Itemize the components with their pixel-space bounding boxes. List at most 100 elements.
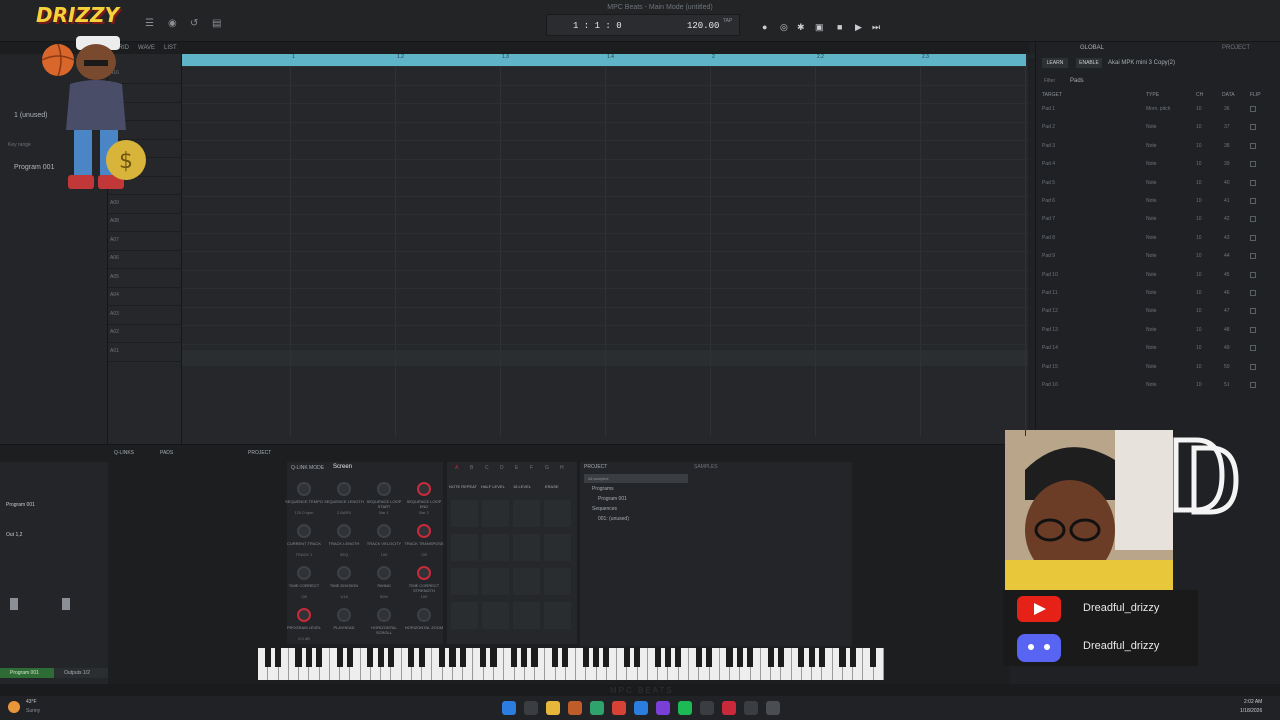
mapping-data[interactable]: 39: [1224, 161, 1230, 167]
pad-bank-button[interactable]: A: [455, 465, 458, 471]
piano-black-key[interactable]: [274, 648, 282, 667]
mapping-type[interactable]: Note: [1146, 216, 1157, 222]
flip-checkbox[interactable]: [1250, 161, 1256, 168]
chrome-icon[interactable]: [612, 701, 626, 715]
piano-black-key[interactable]: [726, 648, 733, 667]
mapping-data[interactable]: 50: [1224, 364, 1230, 370]
timeline-ruler[interactable]: 1 1.2 1.3 1.4 2 2.2 2.3 2.4: [182, 54, 1034, 66]
piano-black-key[interactable]: [593, 648, 600, 667]
mapping-data[interactable]: 38: [1224, 143, 1230, 149]
mapping-row[interactable]: Pad 15 Note 10 50: [1036, 360, 1276, 378]
flip-checkbox[interactable]: [1250, 198, 1256, 204]
piano-black-key[interactable]: [264, 648, 271, 667]
piano-black-key[interactable]: [408, 648, 415, 667]
output-select[interactable]: Out 1,2: [6, 532, 22, 538]
flip-checkbox[interactable]: [1250, 271, 1256, 278]
tree-sequences[interactable]: Sequences: [592, 506, 617, 512]
qlink-knob[interactable]: [417, 524, 431, 538]
flip-checkbox[interactable]: [1250, 308, 1256, 315]
undo-icon[interactable]: ↺: [190, 18, 198, 29]
qlink-knob[interactable]: [377, 566, 391, 580]
mapping-ch[interactable]: 10: [1196, 124, 1202, 130]
mapping-row[interactable]: Pad 9 Note 10 44: [1036, 249, 1276, 267]
pad-bank-button[interactable]: B: [470, 465, 473, 471]
tab-list[interactable]: LIST: [164, 45, 177, 51]
app-icon-2[interactable]: [590, 701, 604, 715]
mapping-row[interactable]: Pad 5 Note 10 40: [1036, 176, 1276, 194]
mapping-ch[interactable]: 10: [1196, 253, 1202, 259]
mapping-data[interactable]: 44: [1224, 253, 1230, 259]
piano-black-key[interactable]: [552, 648, 559, 667]
mapping-ch[interactable]: 10: [1196, 308, 1202, 314]
tab-project-bottom[interactable]: PROJECT: [248, 450, 271, 456]
drum-pad[interactable]: [482, 602, 509, 629]
weather-icon[interactable]: [8, 701, 20, 713]
column-ch[interactable]: CH: [1196, 92, 1203, 98]
play-start-button[interactable]: ⏭: [872, 22, 880, 33]
column-target[interactable]: TARGET: [1042, 92, 1062, 98]
qlink-knob[interactable]: [417, 566, 431, 580]
mapping-ch[interactable]: 10: [1196, 106, 1202, 112]
piano-black-key[interactable]: [664, 648, 672, 667]
mpc-beats-taskbar-icon[interactable]: [766, 701, 780, 715]
piano-black-key[interactable]: [808, 648, 815, 667]
mapping-ch[interactable]: 10: [1196, 345, 1202, 351]
metronome-icon[interactable]: ◉: [168, 18, 177, 29]
drum-pad[interactable]: [513, 568, 540, 595]
mapping-ch[interactable]: 10: [1196, 235, 1202, 241]
tab-global[interactable]: GLOBAL: [1080, 45, 1104, 51]
pad-function-button[interactable]: NOTE REPEAT: [449, 484, 477, 489]
tap-button[interactable]: TAP: [723, 18, 732, 24]
pad-row[interactable]: A03: [108, 307, 182, 325]
qlink-knob[interactable]: [297, 566, 311, 580]
piano-black-key[interactable]: [510, 648, 518, 667]
mapping-type[interactable]: Note: [1146, 180, 1157, 186]
pad-row[interactable]: A07: [108, 233, 182, 251]
piano-black-key[interactable]: [623, 648, 630, 667]
search-icon[interactable]: [524, 701, 538, 715]
drum-pad[interactable]: [482, 534, 509, 561]
mapping-type[interactable]: Note: [1146, 364, 1157, 370]
mapping-type[interactable]: Note: [1146, 308, 1157, 314]
tree-sequence-001[interactable]: 001: (unused): [598, 516, 629, 522]
app-icon-7[interactable]: [744, 701, 758, 715]
mapping-row[interactable]: Pad 1 Mom. pitch 10 36: [1036, 102, 1276, 120]
flip-checkbox[interactable]: [1250, 234, 1256, 241]
mapping-row[interactable]: Pad 14 Note 10 49: [1036, 341, 1276, 359]
drum-pad[interactable]: [544, 568, 571, 595]
pad-row[interactable]: A01: [108, 344, 182, 362]
pad-row[interactable]: A04: [108, 288, 182, 306]
piano-black-key[interactable]: [439, 648, 446, 667]
piano-black-key[interactable]: [839, 648, 846, 667]
mapping-ch[interactable]: 10: [1196, 216, 1202, 222]
mapping-data[interactable]: 48: [1224, 327, 1230, 333]
app-icon-4[interactable]: [656, 701, 670, 715]
mapping-row[interactable]: Pad 13 Note 10 48: [1036, 323, 1276, 341]
piano-black-key[interactable]: [295, 648, 302, 667]
drum-pad[interactable]: [544, 534, 571, 561]
mapping-data[interactable]: 46: [1224, 290, 1230, 296]
mapping-data[interactable]: 43: [1224, 235, 1230, 241]
record-button[interactable]: ●: [762, 22, 767, 32]
volume-fader-2[interactable]: [62, 598, 70, 610]
mapping-row[interactable]: Pad 7 Note 10 42: [1036, 212, 1276, 230]
pad-row[interactable]: A06: [108, 251, 182, 269]
flip-checkbox[interactable]: [1250, 253, 1256, 260]
mapping-type[interactable]: Note: [1146, 253, 1157, 259]
piano-black-key[interactable]: [603, 648, 610, 667]
pad-bank-button[interactable]: E: [515, 465, 518, 471]
flip-checkbox[interactable]: [1250, 326, 1256, 333]
mapping-row[interactable]: Pad 16 Note 10 51: [1036, 378, 1276, 396]
piano-black-key[interactable]: [675, 648, 682, 667]
piano-black-key[interactable]: [746, 648, 754, 667]
mapping-data[interactable]: 37: [1224, 124, 1230, 130]
qlink-knob[interactable]: [337, 482, 351, 496]
mapping-type[interactable]: Note: [1146, 382, 1157, 388]
mapping-type[interactable]: Note: [1146, 272, 1157, 278]
erase-icon[interactable]: ▣: [815, 22, 824, 33]
piano-black-key[interactable]: [418, 648, 425, 667]
tempo-display[interactable]: 120.00: [687, 21, 719, 31]
mapping-data[interactable]: 47: [1224, 308, 1230, 314]
piano-keyboard[interactable]: [258, 648, 884, 680]
piano-black-key[interactable]: [531, 648, 538, 667]
